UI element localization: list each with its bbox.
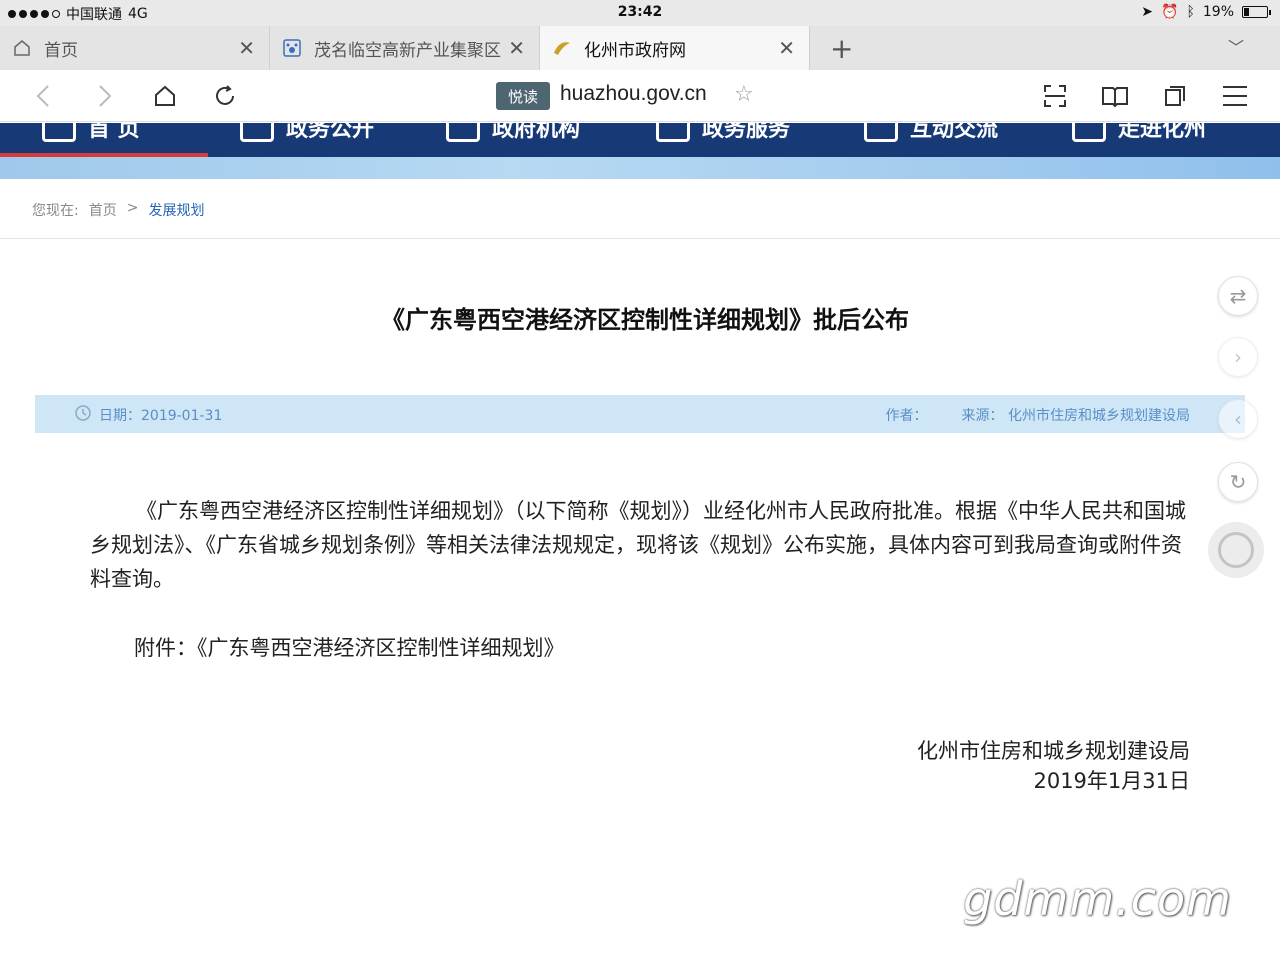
- article-author: 作者：: [885, 408, 928, 424]
- divider: [0, 238, 1280, 239]
- article-date: 日期：2019-01-31: [99, 408, 223, 424]
- signature-org: 化州市住房和城乡规划建设局: [917, 739, 1190, 763]
- nav-item-gov-affairs[interactable]: 政务公开: [240, 123, 374, 143]
- tab-huazhou[interactable]: 化州市政府网 ✕: [540, 26, 810, 70]
- tab-label: 化州市政府网: [584, 40, 686, 61]
- tab-label: 首页: [44, 40, 78, 61]
- signature: 化州市住房和城乡规划建设局 2019年1月31日: [917, 736, 1190, 796]
- new-tab-icon[interactable]: +: [830, 32, 853, 65]
- chat-icon: [864, 123, 898, 142]
- tab-bar: 首页 ✕ 茂名临空高新产业集聚区 ✕ 化州市政府网 ✕ + ﹀: [0, 26, 1280, 70]
- article-source: 来源： 化州市住房和城乡规划建设局: [961, 408, 1190, 424]
- clock-icon: [75, 405, 91, 425]
- attachment-link[interactable]: 附件：《广东粤西空港经济区控制性详细规划》: [134, 632, 565, 662]
- browser-toolbar: 悦读 huazhou.gov.cn ☆: [0, 70, 1280, 122]
- breadcrumb-home-link[interactable]: 首页: [89, 200, 117, 220]
- assistive-touch-icon: [1218, 532, 1254, 568]
- tab-home[interactable]: 首页 ✕: [0, 26, 270, 70]
- nav-item-about[interactable]: 走进化州: [1072, 123, 1206, 143]
- banner-strip: [0, 157, 1280, 179]
- scan-button[interactable]: [1040, 82, 1070, 110]
- article-meta-bar: 日期：2019-01-31 作者： 来源： 化州市住房和城乡规划建设局: [35, 395, 1245, 433]
- bookmarks-button[interactable]: [1100, 82, 1130, 110]
- chevron-right-icon: ›: [1234, 345, 1242, 369]
- home-icon: [12, 38, 32, 58]
- location-icon: ➤: [1141, 4, 1154, 20]
- edit-icon: [1072, 123, 1106, 142]
- site-nav: 首 页 政务公开 政府机构 政务服务 互动交流 走进化州: [0, 123, 1280, 157]
- back-button[interactable]: [28, 82, 58, 110]
- refresh-button[interactable]: [210, 82, 240, 110]
- breadcrumb-separator: >: [126, 200, 139, 216]
- url-field[interactable]: huazhou.gov.cn: [560, 82, 707, 106]
- tabs-overview-button[interactable]: [1160, 82, 1190, 110]
- nav-item-interaction[interactable]: 互动交流: [864, 123, 998, 143]
- forward-button[interactable]: [90, 82, 120, 110]
- assistive-touch-button[interactable]: [1208, 522, 1264, 578]
- close-icon[interactable]: ✕: [238, 36, 255, 60]
- breadcrumb-current-link[interactable]: 发展规划: [148, 200, 204, 220]
- nav-item-home[interactable]: 首 页: [42, 123, 140, 143]
- read-mode-button[interactable]: 悦读: [496, 82, 550, 110]
- breadcrumb-prefix: 您现在:: [32, 203, 79, 219]
- battery-icon: [1242, 6, 1271, 18]
- breadcrumb: 您现在: 首页 > 发展规划: [32, 200, 204, 220]
- pen-icon: [240, 123, 274, 142]
- close-icon[interactable]: ✕: [778, 36, 795, 60]
- close-icon[interactable]: ✕: [508, 36, 525, 60]
- page-refresh-button[interactable]: ↻: [1218, 462, 1258, 502]
- chevron-down-icon[interactable]: ﹀: [1228, 34, 1244, 58]
- tab-maoming[interactable]: 茂名临空高新产业集聚区 ✕: [270, 26, 540, 70]
- nav-item-services[interactable]: 政务服务: [656, 123, 790, 143]
- person-icon: [656, 123, 690, 142]
- chevron-left-icon: ‹: [1234, 407, 1242, 431]
- watermark: gdmm.com: [963, 872, 1232, 926]
- alarm-icon: ⏰: [1161, 4, 1179, 20]
- bookmark-star-icon[interactable]: ☆: [734, 82, 754, 107]
- page-title: 《广东粤西空港经济区控制性详细规划》批后公布: [381, 306, 909, 334]
- clock: 23:42: [617, 4, 663, 20]
- next-page-button[interactable]: ›: [1218, 337, 1258, 377]
- home-icon: [42, 123, 76, 142]
- article-body: 《广东粤西空港经济区控制性详细规划》（以下简称《规划》）业经化州市人民政府批准。…: [90, 499, 1186, 591]
- swap-button[interactable]: ⇄: [1218, 276, 1258, 316]
- status-bar: 中国联通 4G 23:42 ➤ ⏰ ᛒ 19%: [0, 0, 1280, 26]
- home-button[interactable]: [150, 82, 180, 110]
- site-logo-icon: [552, 38, 572, 58]
- paw-icon: [282, 38, 302, 58]
- tab-label: 茂名临空高新产业集聚区: [314, 40, 501, 61]
- battery-percent: 19%: [1202, 4, 1234, 20]
- refresh-icon: ↻: [1229, 470, 1247, 494]
- menu-button[interactable]: [1220, 82, 1250, 110]
- swap-arrows-icon: ⇄: [1229, 284, 1247, 308]
- bluetooth-icon: ᛒ: [1186, 4, 1195, 20]
- prev-page-button[interactable]: ‹: [1218, 399, 1258, 439]
- building-icon: [446, 123, 480, 142]
- nav-item-institutions[interactable]: 政府机构: [446, 123, 580, 143]
- signature-date: 2019年1月31日: [1033, 769, 1190, 793]
